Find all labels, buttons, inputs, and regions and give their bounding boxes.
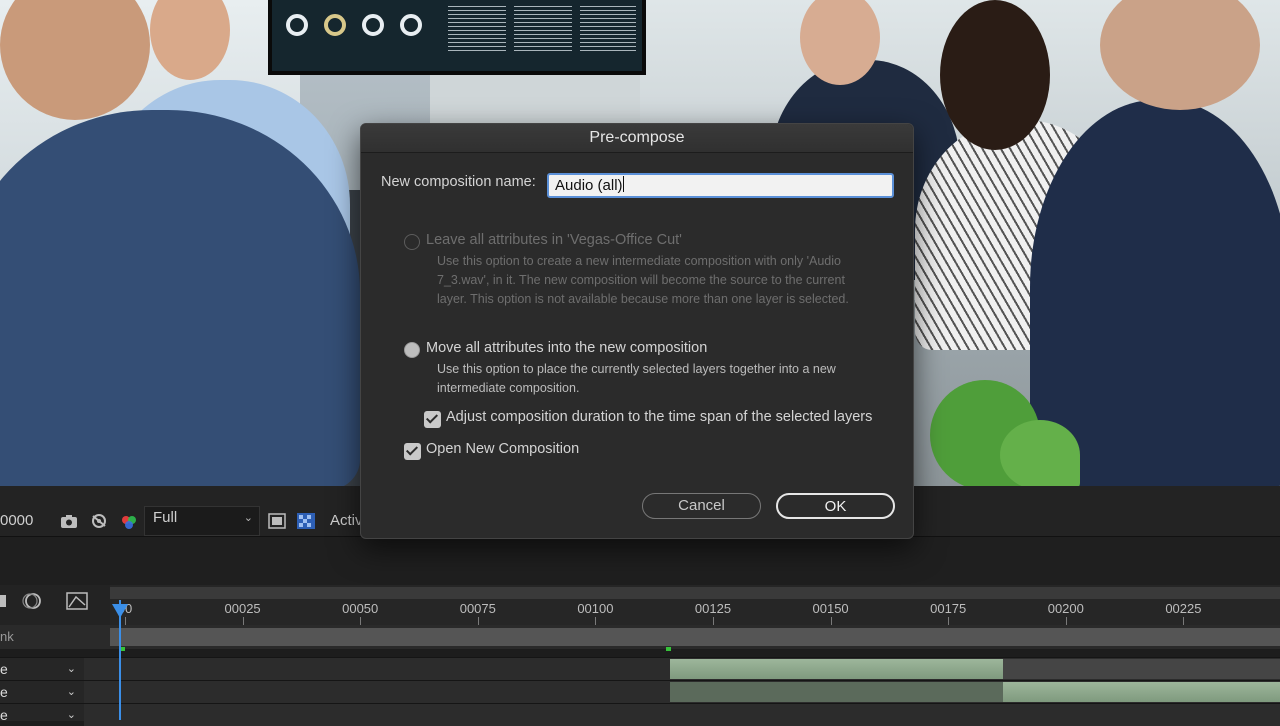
ruler-tick-label: 00075: [459, 601, 496, 616]
ruler-tick-label: 00125: [694, 601, 732, 616]
graph-editor-icon[interactable]: [66, 591, 88, 610]
layer-mode-label: e: [0, 661, 8, 677]
chevron-down-icon[interactable]: ⌄: [67, 658, 76, 680]
ruler-tick-mark: [1065, 617, 1067, 625]
work-area-bar[interactable]: [110, 628, 1280, 646]
person-dark-suit: [1030, 100, 1280, 486]
open-new-composition-checkbox[interactable]: [404, 443, 421, 460]
chevron-down-icon[interactable]: ⌄: [67, 704, 76, 726]
wall-monitor: [268, 0, 646, 75]
camera-snapshot-icon[interactable]: [60, 513, 78, 529]
move-attributes-radio[interactable]: [404, 342, 420, 358]
layer-mode-label: e: [0, 707, 8, 723]
resolution-value: Full: [153, 509, 178, 526]
ruler-tick-label: 00200: [1047, 601, 1084, 616]
adjust-duration-label: Adjust composition duration to the time …: [446, 409, 873, 425]
comp-flowchart-icon[interactable]: [0, 593, 18, 609]
ruler-tick-mark: [125, 617, 126, 625]
ruler-tick-label: 00225: [1165, 601, 1202, 616]
ruler-tick-label: 00150: [812, 601, 849, 616]
audio-clip[interactable]: [1003, 682, 1280, 702]
color-channels-icon[interactable]: [120, 513, 138, 529]
layer-mode-label: e: [0, 684, 8, 700]
leave-attributes-radio[interactable]: [404, 234, 420, 250]
ruler-tick-mark: [713, 617, 714, 625]
time-navigator[interactable]: [110, 587, 1280, 599]
transparency-grid-icon[interactable]: [297, 513, 315, 529]
composition-name-input[interactable]: Audio (all): [547, 173, 894, 198]
audio-clip[interactable]: [670, 659, 1003, 679]
ruler-tick-label: 00100: [577, 601, 614, 616]
text-caret: [622, 176, 624, 192]
leave-attributes-description: Use this option to create a new intermed…: [437, 254, 849, 306]
layer-row[interactable]: e ⌄: [0, 680, 1280, 703]
resolution-dropdown[interactable]: Full ⌄: [144, 506, 260, 536]
playhead-handle[interactable]: [112, 604, 128, 618]
timeline-panel-gap: [0, 537, 1280, 585]
composition-name-label: New composition name:: [381, 174, 536, 190]
marker-mid: [666, 647, 671, 651]
adjust-duration-checkbox[interactable]: [424, 411, 441, 428]
person-blue-suit: [0, 110, 360, 486]
open-new-composition-label: Open New Composition: [426, 441, 580, 457]
ruler-tick-mark: [948, 617, 950, 625]
playhead-line[interactable]: [119, 600, 121, 720]
ruler-tick-mark: [830, 617, 832, 625]
pre-compose-dialog: Pre-compose New composition name: Audio …: [360, 123, 914, 539]
ruler-tick-label: 00025: [224, 601, 261, 616]
chevron-down-icon: ⌄: [243, 512, 253, 524]
layer-row[interactable]: e ⌄: [0, 703, 1280, 726]
ok-button[interactable]: OK: [776, 493, 895, 519]
region-of-interest-icon[interactable]: [268, 513, 286, 529]
work-area-label: nk: [0, 629, 14, 644]
active-camera-dropdown[interactable]: Activ: [330, 506, 363, 536]
ruler-tick-label: 00175: [930, 601, 967, 616]
cancel-button[interactable]: Cancel: [642, 493, 761, 519]
audio-clip[interactable]: [670, 682, 1003, 702]
timecode-display[interactable]: 0000: [0, 506, 33, 536]
timeline-switches: [0, 585, 110, 625]
motion-blur-icon[interactable]: [22, 591, 41, 609]
ruler-tick-mark: [242, 617, 244, 625]
time-ruler[interactable]: 00 00025 00050 00075 00100 00125 00150 00175 002…: [110, 585, 1280, 625]
show-snapshot-icon[interactable]: [90, 513, 108, 529]
ruler-tick-mark: [595, 617, 597, 625]
chevron-down-icon[interactable]: ⌄: [67, 681, 76, 703]
leave-attributes-label: Leave all attributes in 'Vegas-Office Cu…: [426, 232, 682, 248]
ruler-tick-mark: [1183, 617, 1185, 625]
move-attributes-label: Move all attributes into the new composi…: [426, 340, 708, 356]
move-attributes-description: Use this option to place the currently s…: [437, 362, 836, 395]
ruler-tick-mark: [360, 617, 362, 625]
ruler-tick-label: 00050: [342, 601, 379, 616]
dialog-title: Pre-compose: [361, 124, 913, 153]
layer-row[interactable]: e ⌄: [0, 657, 1280, 680]
ruler-tick-mark: [477, 617, 479, 625]
